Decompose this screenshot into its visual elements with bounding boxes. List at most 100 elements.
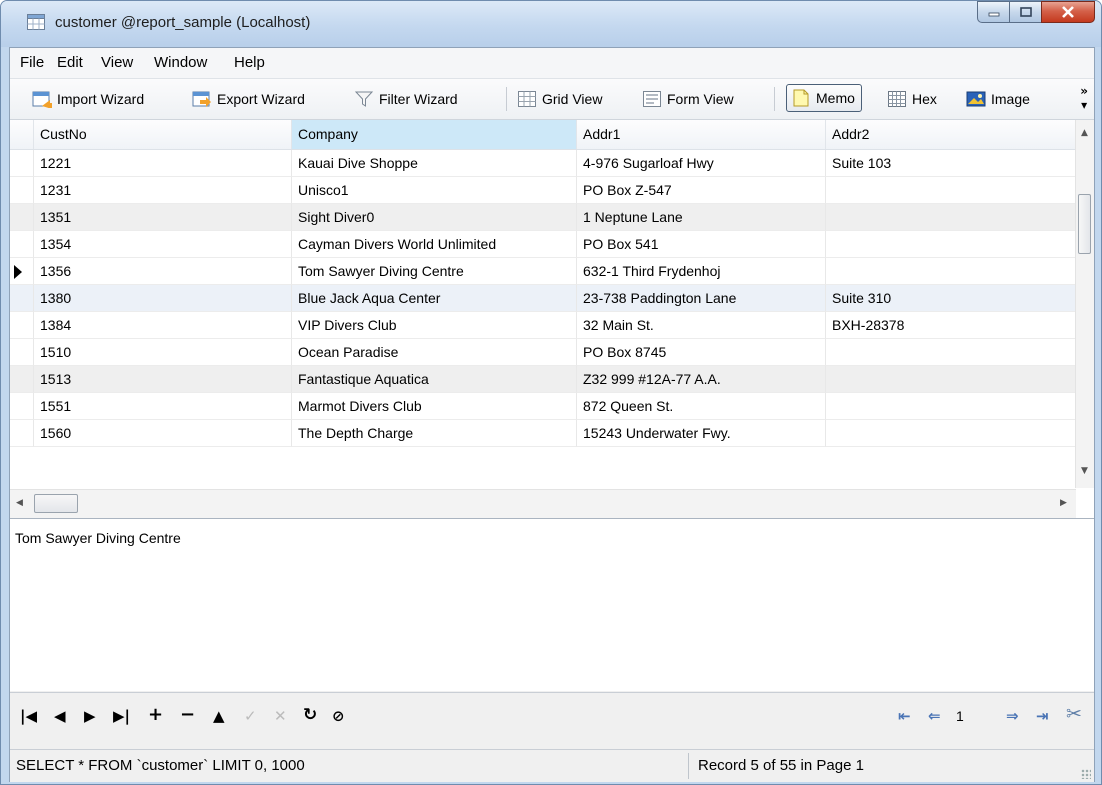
table-row[interactable]: 1510 Ocean Paradise PO Box 8745 [10,339,1076,366]
row-indicator[interactable] [10,204,34,231]
menu-edit[interactable]: Edit [57,54,83,71]
memo-editor[interactable]: Tom Sawyer Diving Centre [10,519,1094,691]
resize-grip[interactable] [1081,769,1091,779]
table-cell-custno[interactable]: 1221 [34,150,292,177]
table-cell-custno[interactable]: 1231 [34,177,292,204]
table-cell-addr1[interactable]: PO Box 8745 [577,339,826,366]
cancel-edit-icon[interactable]: ✕ [274,707,287,725]
add-record-icon[interactable]: + [148,704,163,725]
refresh-icon[interactable]: ↻ [303,705,317,725]
first-record-icon[interactable]: |◀ [20,707,37,725]
table-cell-addr2[interactable]: Suite 310 [826,285,1076,312]
table-cell-company[interactable]: Kauai Dive Shoppe [292,150,577,177]
table-row[interactable]: 1380 Blue Jack Aqua Center 23-738 Paddingt… [10,285,1076,312]
table-row[interactable]: 1560 The Depth Charge 15243 Underwater Fwy… [10,420,1076,447]
delete-record-icon[interactable]: − [180,704,195,725]
table-cell-company[interactable]: Blue Jack Aqua Center [292,285,577,312]
table-cell-company[interactable]: Fantastique Aquatica [292,366,577,393]
table-cell-addr2[interactable] [826,339,1076,366]
row-indicator[interactable] [10,258,34,285]
table-cell-custno[interactable]: 1551 [34,393,292,420]
table-cell-addr1[interactable]: 32 Main St. [577,312,826,339]
image-button[interactable]: Image [966,88,1030,110]
table-row[interactable]: 1231 Unisco1 PO Box Z-547 [10,177,1076,204]
table-row[interactable]: 1356 Tom Sawyer Diving Centre 632-1 Third … [10,258,1076,285]
scroll-right-icon[interactable]: ▶ [1060,498,1067,508]
row-indicator[interactable] [10,177,34,204]
menu-view[interactable]: View [101,54,133,71]
column-header-company[interactable]: Company [292,120,577,149]
menu-file[interactable]: File [20,54,44,71]
column-header-addr2[interactable]: Addr2 [826,120,1076,149]
tools-icon[interactable]: ✂ [1066,703,1082,725]
last-page-icon[interactable]: ⇥ [1036,707,1049,725]
title-bar[interactable]: customer @report_sample (Localhost) [1,1,1101,47]
scroll-left-icon[interactable]: ◀ [16,498,23,508]
close-button[interactable] [1041,1,1095,23]
table-cell-custno[interactable]: 1356 [34,258,292,285]
row-indicator[interactable] [10,312,34,339]
first-page-icon[interactable]: ⇤ [898,707,911,725]
prior-record-icon[interactable]: ◀ [54,707,66,725]
table-cell-addr1[interactable]: 23-738 Paddington Lane [577,285,826,312]
row-indicator[interactable] [10,285,34,312]
table-row[interactable]: 1384 VIP Divers Club 32 Main St. BXH-28378 [10,312,1076,339]
edit-record-icon[interactable]: ▲ [213,707,225,725]
horizontal-scrollbar[interactable]: ◀ ▶ [10,489,1076,518]
table-cell-addr1[interactable]: 4-976 Sugarloaf Hwy [577,150,826,177]
post-edit-icon[interactable]: ✓ [244,707,257,725]
memo-button[interactable]: Memo [786,84,862,112]
scroll-down-icon[interactable]: ▼ [1081,466,1088,476]
column-header-addr1[interactable]: Addr1 [577,120,826,149]
menu-window[interactable]: Window [154,54,207,71]
page-number-input[interactable] [954,706,998,726]
table-cell-company[interactable]: Cayman Divers World Unlimited [292,231,577,258]
import-wizard-button[interactable]: Import Wizard [32,88,144,110]
form-view-button[interactable]: Form View [642,88,734,110]
table-cell-addr2[interactable]: BXH-28378 [826,312,1076,339]
table-row[interactable]: 1513 Fantastique Aquatica Z32 999 #12A-77 … [10,366,1076,393]
hex-button[interactable]: Hex [887,88,937,110]
next-page-icon[interactable]: ⇒ [1006,707,1019,725]
table-cell-addr2[interactable] [826,204,1076,231]
export-wizard-button[interactable]: Export Wizard [192,88,305,110]
table-row[interactable]: 1551 Marmot Divers Club 872 Queen St. [10,393,1076,420]
table-cell-company[interactable]: The Depth Charge [292,420,577,447]
table-cell-addr1[interactable]: PO Box 541 [577,231,826,258]
table-cell-custno[interactable]: 1384 [34,312,292,339]
table-cell-addr1[interactable]: 15243 Underwater Fwy. [577,420,826,447]
table-cell-custno[interactable]: 1351 [34,204,292,231]
table-cell-addr2[interactable] [826,393,1076,420]
table-cell-company[interactable]: Ocean Paradise [292,339,577,366]
previous-page-icon[interactable]: ⇐ [928,707,941,725]
table-cell-addr2[interactable] [826,366,1076,393]
table-cell-addr1[interactable]: Z32 999 #12A-77 A.A. [577,366,826,393]
table-cell-addr1[interactable]: 632-1 Third Frydenhoj [577,258,826,285]
table-cell-addr2[interactable] [826,258,1076,285]
filter-wizard-button[interactable]: Filter Wizard [354,88,458,110]
table-cell-addr2[interactable]: Suite 103 [826,150,1076,177]
row-indicator[interactable] [10,339,34,366]
minimize-button[interactable] [977,1,1009,23]
scroll-up-icon[interactable]: ▲ [1081,128,1088,138]
table-cell-company[interactable]: Unisco1 [292,177,577,204]
row-indicator[interactable] [10,366,34,393]
table-cell-custno[interactable]: 1560 [34,420,292,447]
table-cell-company[interactable]: Tom Sawyer Diving Centre [292,258,577,285]
horizontal-scroll-thumb[interactable] [34,494,78,513]
table-cell-addr1[interactable]: 872 Queen St. [577,393,826,420]
table-cell-company[interactable]: Marmot Divers Club [292,393,577,420]
table-cell-custno[interactable]: 1513 [34,366,292,393]
row-indicator[interactable] [10,420,34,447]
stop-icon[interactable]: ⊘ [332,707,345,725]
table-cell-custno[interactable]: 1380 [34,285,292,312]
table-cell-company[interactable]: VIP Divers Club [292,312,577,339]
table-cell-company[interactable]: Sight Diver0 [292,204,577,231]
table-cell-addr1[interactable]: 1 Neptune Lane [577,204,826,231]
last-record-icon[interactable]: ▶| [113,707,130,725]
table-cell-addr2[interactable] [826,231,1076,258]
table-row[interactable]: 1221 Kauai Dive Shoppe 4-976 Sugarloaf Hwy… [10,150,1076,177]
table-cell-addr1[interactable]: PO Box Z-547 [577,177,826,204]
menu-help[interactable]: Help [234,54,265,71]
row-indicator[interactable] [10,150,34,177]
